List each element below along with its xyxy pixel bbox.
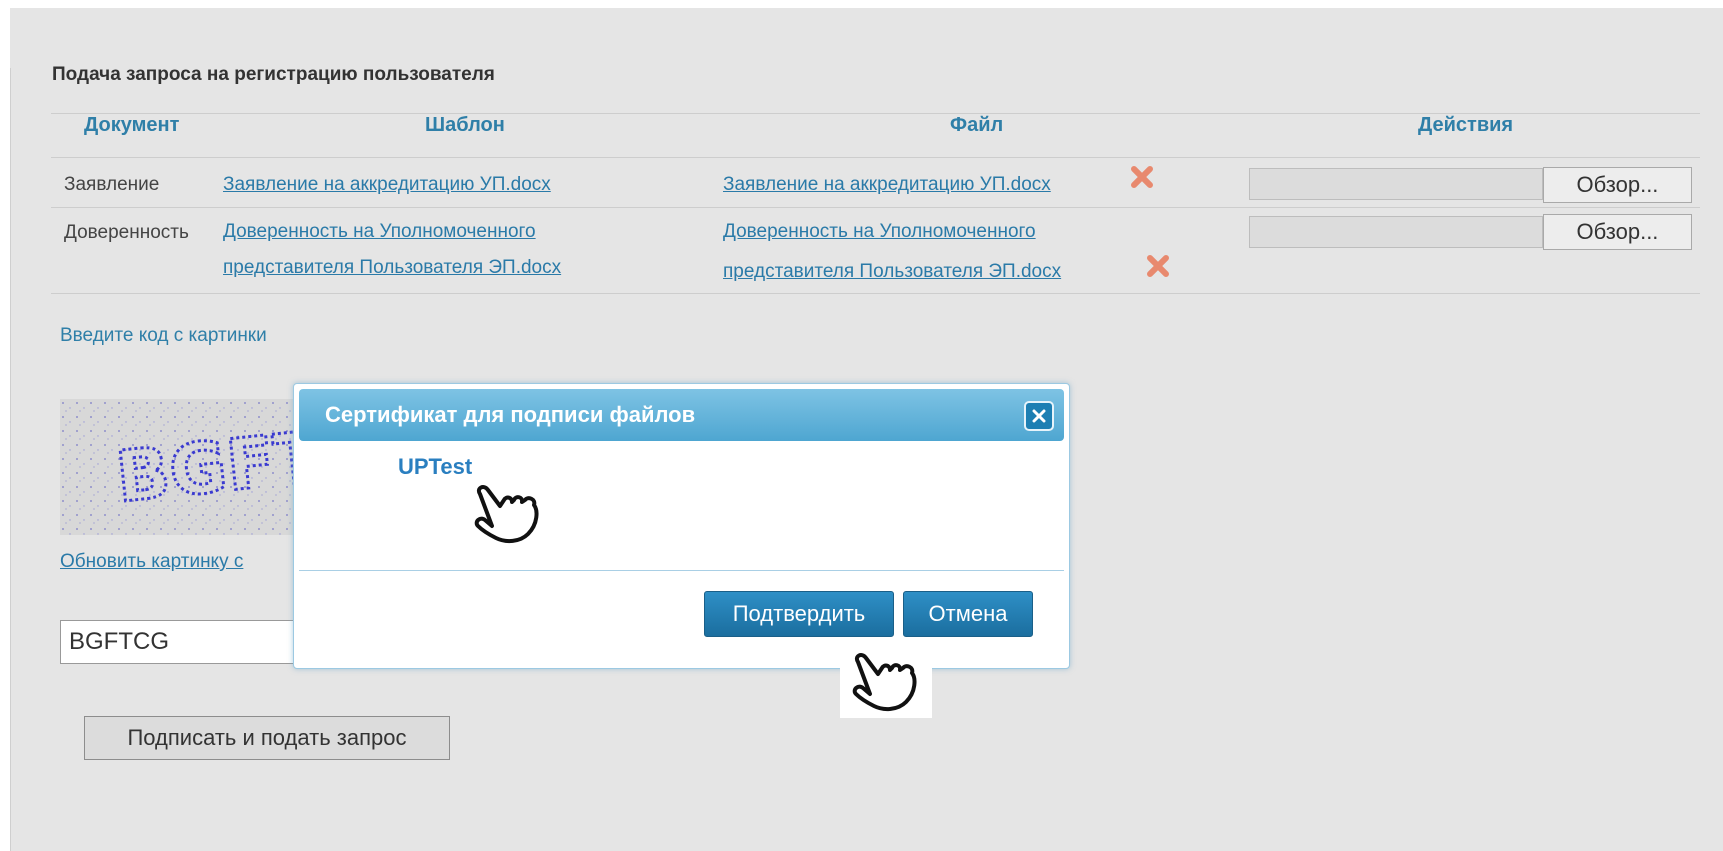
dialog-close-icon <box>1032 409 1046 423</box>
captcha-input[interactable] <box>60 620 300 664</box>
cancel-button[interactable]: Отмена <box>903 591 1033 637</box>
browse-button-statement[interactable]: Обзор... <box>1543 167 1692 203</box>
confirm-button[interactable]: Подтвердить <box>704 591 894 637</box>
file-link-statement[interactable]: Заявление на аккредитацию УП.docx <box>723 167 1051 203</box>
dialog-divider <box>299 570 1064 571</box>
file-path-field-power-of-attorney[interactable] <box>1249 216 1543 248</box>
header-divider <box>51 157 1700 158</box>
sign-and-submit-button[interactable]: Подписать и подать запрос <box>84 716 450 760</box>
captcha-label: Введите код с картинки <box>60 325 267 346</box>
column-header-template: Шаблон <box>425 114 505 136</box>
row-document-statement: Заявление <box>64 174 160 195</box>
file-link-power-of-attorney-line2[interactable]: представителя Пользователя ЭП.docx <box>723 254 1061 290</box>
file-path-field-statement[interactable] <box>1249 168 1543 200</box>
column-header-document: Документ <box>84 114 180 136</box>
column-header-file: Файл <box>950 114 1004 136</box>
dialog-title: Сертификат для подписи файлов <box>325 402 696 427</box>
row-document-power-of-attorney: Доверенность <box>64 222 189 243</box>
pointer-hand-icon <box>852 653 917 712</box>
dialog-close-button[interactable] <box>1024 401 1054 431</box>
section-title: Подача запроса на регистрацию пользовате… <box>52 64 495 85</box>
remove-file-icon[interactable] <box>1145 253 1171 279</box>
table-bottom-divider <box>51 293 1700 294</box>
column-header-actions: Действия <box>1418 114 1514 136</box>
certificate-dialog: Сертификат для подписи файлов UPTest Под… <box>293 383 1070 669</box>
file-link-power-of-attorney-line1[interactable]: Доверенность на Уполномоченного <box>723 214 1036 250</box>
dialog-title-bar: Сертификат для подписи файлов <box>299 389 1064 441</box>
left-border <box>10 68 11 851</box>
remove-file-icon[interactable] <box>1129 164 1155 190</box>
row-divider <box>51 207 1700 208</box>
browse-button-power-of-attorney[interactable]: Обзор... <box>1543 214 1692 250</box>
certificate-option[interactable]: UPTest <box>398 454 472 480</box>
template-link-power-of-attorney-line1[interactable]: Доверенность на Уполномоченного <box>223 214 536 250</box>
captcha-image: BGFTCG <box>60 399 436 535</box>
pointer-hand-icon <box>474 485 539 544</box>
template-link-power-of-attorney-line2[interactable]: представителя Пользователя ЭП.docx <box>223 250 561 286</box>
template-link-statement[interactable]: Заявление на аккредитацию УП.docx <box>223 167 551 203</box>
refresh-captcha-link[interactable]: Обновить картинку с <box>60 551 243 573</box>
